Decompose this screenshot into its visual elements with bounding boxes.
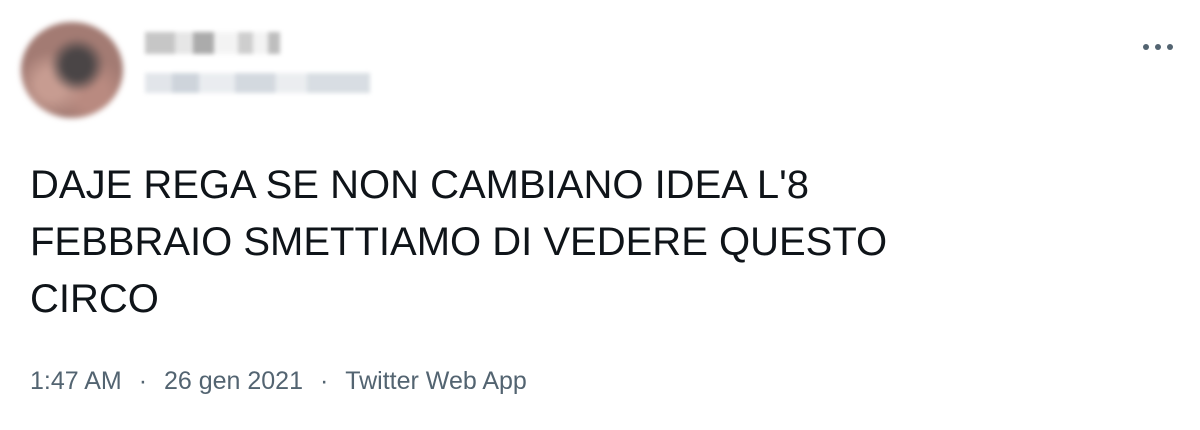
author-name-blurred[interactable] xyxy=(145,32,295,54)
ellipsis-icon xyxy=(1143,44,1173,50)
meta-separator: · xyxy=(138,367,148,395)
more-options-icon[interactable] xyxy=(1138,32,1178,62)
meta-separator: · xyxy=(319,367,329,395)
author-avatar[interactable] xyxy=(21,22,123,118)
tweet-time[interactable]: 1:47 AM xyxy=(30,365,122,397)
tweet-metadata: 1:47 AM · 26 gen 2021 · Twitter Web App xyxy=(30,365,527,397)
tweet-date[interactable]: 26 gen 2021 xyxy=(164,365,303,397)
author-handle-blurred[interactable] xyxy=(145,73,370,93)
tweet-text: DAJE REGA SE NON CAMBIANO IDEA L'8 FEBBR… xyxy=(30,163,888,321)
tweet-source[interactable]: Twitter Web App xyxy=(345,365,527,397)
